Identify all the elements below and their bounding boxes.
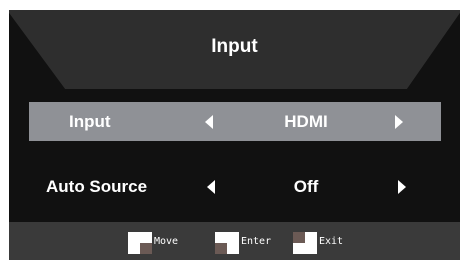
page-title: Input	[211, 36, 258, 57]
menu-row-auto-source[interactable]: Auto Source Off	[9, 167, 460, 206]
footer-bar: Move Enter Exit	[9, 222, 460, 260]
hint-label: Exit	[319, 236, 344, 247]
row-value: HDMI	[284, 112, 328, 131]
exit-icon	[293, 232, 317, 254]
enter-icon	[215, 232, 239, 254]
row-label: Input	[69, 112, 111, 131]
hint-label: Enter	[241, 236, 272, 247]
move-icon	[128, 232, 152, 254]
arrow-left-icon[interactable]	[207, 180, 215, 194]
arrow-right-icon[interactable]	[395, 115, 403, 129]
hint-label: Move	[154, 236, 179, 247]
osd-menu: Input Input HDMI Auto Source Off Move En…	[9, 10, 460, 260]
arrow-left-icon[interactable]	[205, 115, 213, 129]
row-label: Auto Source	[46, 177, 148, 196]
menu-row-input[interactable]: Input HDMI	[29, 102, 441, 141]
row-value: Off	[293, 177, 319, 196]
arrow-right-icon[interactable]	[398, 180, 406, 194]
